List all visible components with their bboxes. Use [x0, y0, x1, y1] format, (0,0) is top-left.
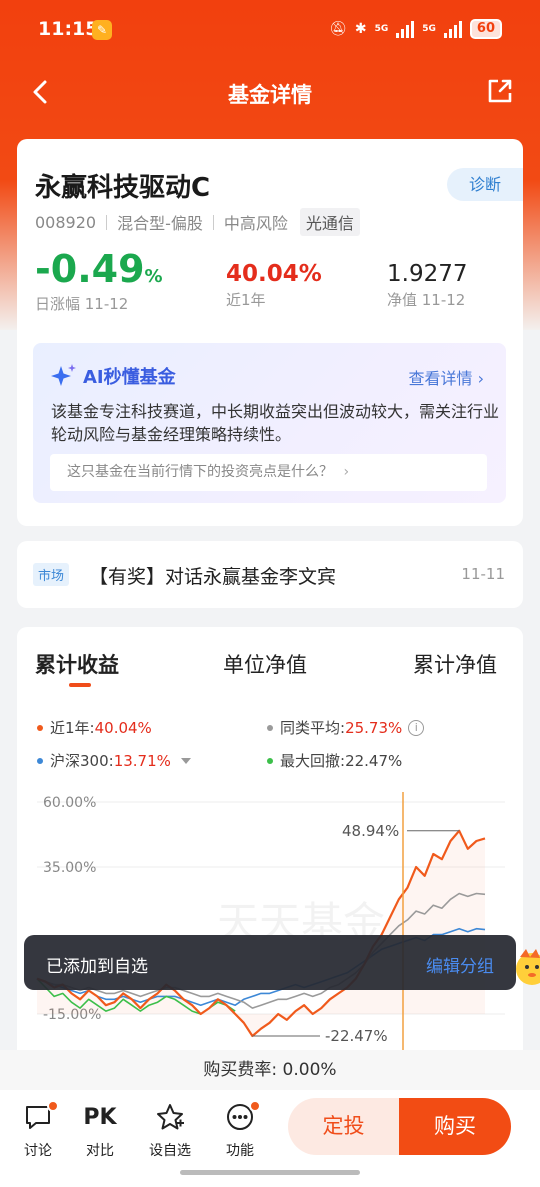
max-annotation: 48.94% — [342, 822, 399, 840]
fund-code: 008920 — [35, 212, 97, 232]
toast-notification: 已添加到自选 编辑分组 — [24, 935, 516, 990]
y-tick-label: 35.00% — [43, 860, 96, 876]
buy-button[interactable]: 购买 — [399, 1098, 511, 1155]
year-return-label: 近1年 — [226, 291, 266, 309]
return-line-chart[interactable]: 60.00%35.00%-15.00%天天基金48.94%-22.47% — [17, 792, 523, 1062]
y-tick-label: 60.00% — [43, 795, 96, 811]
ai-header: AI秒懂基金 — [51, 363, 176, 389]
notification-dot — [47, 1100, 59, 1112]
legend-index[interactable]: 沪深300: 13.71% — [37, 750, 191, 771]
tab-cumulative-return[interactable]: 累计收益 — [35, 649, 119, 679]
fund-summary-card: 永赢科技驱动C 诊断 008920 混合型-偏股 中高风险 光通信 -0.49%… — [17, 139, 523, 526]
sparkle-icon — [51, 364, 76, 386]
chevron-right-icon: › — [343, 464, 350, 480]
compare-button[interactable]: PK 对比 — [75, 1102, 125, 1160]
app-notification-icon: ✎ — [92, 20, 112, 40]
star-icon — [157, 1104, 184, 1130]
fund-name: 永赢科技驱动C — [35, 173, 211, 203]
ai-more-link[interactable]: 查看详情 › — [408, 365, 484, 389]
bluetooth-icon: ✱ — [354, 21, 367, 37]
network-type-1: 5G — [374, 24, 389, 34]
add-watchlist-button[interactable]: 设自选 — [145, 1102, 195, 1160]
nav-label: 净值 11-12 — [387, 291, 466, 309]
year-return-value: 40.04% — [226, 261, 322, 287]
dropdown-icon — [180, 757, 191, 764]
purchase-fee-bar: 购买费率: 0.00% — [0, 1050, 540, 1090]
share-icon[interactable] — [486, 77, 514, 105]
mute-icon: 🔕︎ — [329, 21, 347, 37]
ai-summary-box: AI秒懂基金 查看详情 › 该基金专注科技赛道，中长期收益突出但波动较大，需关注… — [33, 343, 506, 503]
daily-change-metric: -0.49% 日涨幅 11-12 — [35, 247, 163, 314]
divider — [106, 214, 108, 230]
ai-title: AI秒懂基金 — [83, 367, 176, 388]
bottom-action-bar: 讨论 PK 对比 设自选 功能 定投 购买 — [0, 1090, 540, 1187]
functions-button[interactable]: 功能 — [215, 1100, 265, 1160]
signal-icon-2 — [443, 20, 462, 38]
info-icon[interactable]: i — [408, 719, 425, 736]
fund-risk: 中高风险 — [223, 214, 288, 233]
tab-cumulative-nav[interactable]: 累计净值 — [413, 649, 497, 679]
network-type-2: 5G — [422, 24, 436, 34]
nav-bar: 基金详情 — [0, 60, 540, 124]
tab-unit-nav[interactable]: 单位净值 — [223, 649, 307, 679]
ai-summary-text: 该基金专注科技赛道，中长期收益突出但波动较大，需关注行业轮动风险与基金经理策略持… — [51, 402, 500, 444]
mascot-icon[interactable] — [512, 945, 540, 989]
legend-drawdown: 最大回撤: 22.47% — [267, 750, 402, 771]
fund-theme-tag[interactable]: 光通信 — [299, 208, 360, 236]
toast-message: 已添加到自选 — [46, 957, 148, 977]
news-date: 11-11 — [461, 565, 505, 583]
min-annotation: -22.47% — [325, 1027, 388, 1045]
year-return-metric: 40.04% 近1年 — [226, 261, 322, 310]
nav-metric: 1.9277 净值 11-12 — [387, 261, 467, 310]
diagnose-button[interactable]: 诊断 — [447, 168, 523, 201]
divider — [212, 214, 214, 230]
status-time: 11:15 — [38, 18, 99, 40]
edit-group-button[interactable]: 编辑分组 — [426, 952, 494, 977]
fixed-investment-button[interactable]: 定投 — [288, 1098, 399, 1155]
notification-dot — [249, 1100, 261, 1112]
pk-icon: PK — [83, 1104, 117, 1130]
daily-change-label: 日涨幅 11-12 — [35, 295, 129, 313]
chevron-right-icon: › — [477, 369, 484, 388]
signal-icon — [396, 20, 415, 38]
page-title: 基金详情 — [228, 83, 312, 107]
news-card[interactable]: 市场 【有奖】对话永赢基金李文宾 11-11 — [17, 541, 523, 608]
status-bar: 11:15 ✎ 🔕︎ ✱ 5G 5G 60 — [0, 0, 540, 60]
nav-value: 1.9277 — [387, 261, 468, 287]
status-icons: 🔕︎ ✱ 5G 5G 60 — [329, 19, 502, 39]
purchase-buttons: 定投 购买 — [288, 1098, 511, 1155]
ai-question-suggestion[interactable]: 这只基金在当前行情下的投资亮点是什么？ › — [50, 454, 487, 491]
battery-icon: 60 — [469, 19, 502, 39]
home-indicator — [180, 1170, 360, 1175]
discuss-button[interactable]: 讨论 — [13, 1100, 63, 1160]
legend-peer: 同类平均: 25.73% i — [267, 717, 425, 738]
news-title[interactable]: 【有奖】对话永赢基金李文宾 — [89, 562, 336, 589]
legend-fund: 近1年: 40.04% — [37, 717, 152, 738]
fund-type: 混合型-偏股 — [117, 214, 203, 233]
fund-meta: 008920 混合型-偏股 中高风险 光通信 — [35, 208, 360, 236]
tab-indicator — [69, 683, 91, 687]
news-tag: 市场 — [33, 563, 70, 586]
daily-change-value: -0.49% — [35, 247, 163, 291]
